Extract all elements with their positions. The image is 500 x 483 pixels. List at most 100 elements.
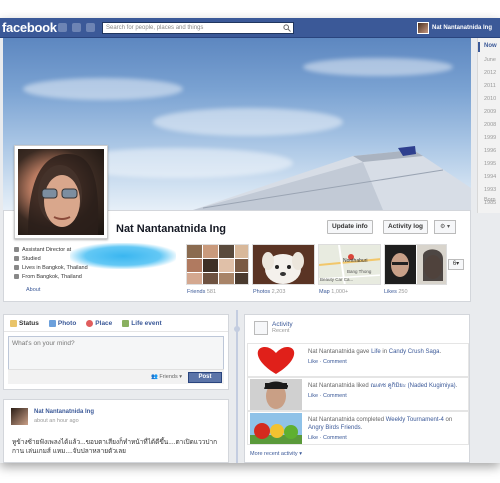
timeline-year-born[interactable]: Born: [484, 197, 496, 203]
activity-log-button[interactable]: Activity log: [383, 220, 429, 234]
angry-birds-thumbnail[interactable]: [250, 413, 302, 444]
timeline-year[interactable]: 2008: [484, 122, 496, 128]
post-timestamp[interactable]: about an hour ago: [34, 418, 79, 424]
top-bar: facebook Search for people, places and t…: [0, 18, 500, 38]
timeline-year[interactable]: 2011: [484, 83, 496, 89]
avatar[interactable]: [11, 408, 28, 425]
profile-name: Nat Nantanatnida Ing: [116, 223, 227, 235]
timeline-year[interactable]: 1994: [484, 174, 496, 180]
tab-photo[interactable]: Photo: [48, 320, 76, 327]
composer-tabs: Status Photo Place Life event: [4, 315, 228, 332]
activity-link[interactable]: Candy Crush Saga: [389, 349, 440, 355]
about-link[interactable]: About: [26, 287, 40, 293]
map-place-label: Beauty Car Ca...: [320, 277, 354, 282]
activity-item: Nat Nantanatnida completed Weekly Tourna…: [247, 411, 469, 445]
timeline-year[interactable]: 1996: [484, 148, 496, 154]
flag-icon: [122, 320, 130, 327]
timeline-year[interactable]: 1995: [484, 161, 496, 167]
photos-tile[interactable]: [252, 244, 315, 285]
home-icon: [14, 265, 19, 270]
photos-tile-label[interactable]: Photos 2,203: [253, 289, 285, 295]
camera-icon: [48, 320, 56, 327]
post-button[interactable]: Post: [188, 372, 222, 383]
recent-activity-box: Activity Recent Nat Nantanatnida gave Li…: [244, 314, 470, 463]
likes-tile-label[interactable]: Likes 250: [384, 289, 408, 295]
activity-text: Nat Nantanatnida liked ณเดช คูกิมิยะ (Na…: [308, 382, 466, 400]
activity-item: Nat Nantanatnida liked ณเดช คูกิมิยะ (Na…: [247, 377, 469, 411]
timeline-post: Nat Nantanatnida Ing about an hour ago ห…: [3, 399, 229, 463]
facebook-logo[interactable]: facebook: [2, 20, 57, 35]
timeline-year-now[interactable]: Now: [484, 43, 497, 49]
pin-icon: [14, 274, 19, 279]
dog-photo: [253, 245, 314, 284]
status-placeholder: What's on your mind?: [12, 340, 75, 347]
map-place-label: Bang Thong: [347, 269, 372, 274]
timeline-marker: [478, 42, 480, 52]
map-place-label: Nonthaburi: [343, 258, 368, 264]
activity-title[interactable]: Activity: [272, 321, 293, 328]
activity-subtitle: Recent: [272, 328, 290, 334]
post-author[interactable]: Nat Nantanatnida Ing: [34, 409, 94, 415]
timeline-year[interactable]: 2010: [484, 96, 496, 102]
audience-selector[interactable]: 👥 Friends ▾: [151, 374, 182, 380]
status-composer: Status Photo Place Life event What's on …: [3, 314, 229, 390]
like-comment-links[interactable]: Like · Comment: [308, 434, 466, 442]
activity-link[interactable]: (Naded Kugimiya): [408, 383, 456, 389]
topbar-user-name: Nat Nantanatnida Ing: [432, 25, 493, 31]
activity-item: Nat Nantanatnida gave Life in Candy Crus…: [247, 343, 469, 377]
timeline-year[interactable]: 2012: [484, 70, 496, 76]
update-info-button[interactable]: Update info: [327, 220, 373, 234]
timeline-year[interactable]: 1993: [484, 187, 496, 193]
timeline-year[interactable]: 2009: [484, 109, 496, 115]
more-recent-activity-link[interactable]: More recent activity ▾: [250, 451, 302, 457]
friends-collage: [187, 245, 248, 284]
graduation-cap-icon: [14, 256, 19, 261]
likes-collage: [385, 245, 446, 284]
friends-tile-label[interactable]: Friends 581: [187, 289, 216, 295]
activity-header: Activity Recent: [254, 321, 293, 335]
gear-icon: ⚙ ▾: [439, 224, 451, 230]
candy-crush-thumbnail[interactable]: [250, 345, 302, 376]
avatar: [417, 22, 429, 34]
timeline-spine-dot: [234, 326, 240, 332]
topbar-user-link[interactable]: Nat Nantanatnida Ing: [417, 21, 492, 35]
messages-icon[interactable]: [72, 23, 81, 32]
timeline-spine: [236, 310, 238, 463]
search-icon[interactable]: [283, 24, 291, 32]
map-tile[interactable]: Nonthaburi Bang Thong Beauty Car Ca...: [318, 244, 381, 285]
tab-life-event[interactable]: Life event: [122, 320, 162, 327]
about-from: From Bangkok, Thailand: [14, 272, 184, 281]
activity-link[interactable]: Angry Birds Friends: [308, 425, 361, 431]
face-illustration: [28, 154, 99, 235]
like-comment-links[interactable]: Like · Comment: [308, 392, 466, 400]
likes-tile[interactable]: [384, 244, 447, 285]
naded-kugimiya-thumbnail[interactable]: [250, 379, 302, 410]
activity-link[interactable]: ณเดช คูกิมิยะ: [370, 383, 406, 389]
activity-text: Nat Nantanatnida gave Life in Candy Crus…: [308, 348, 466, 366]
map-tile-label[interactable]: Map 1,000+: [319, 289, 348, 295]
friend-requests-icon[interactable]: [58, 23, 67, 32]
pin-icon: [86, 320, 94, 327]
composer-footer: 👥 Friends ▾ Post: [8, 369, 224, 384]
activity-text: Nat Nantanatnida completed Weekly Tourna…: [308, 416, 466, 442]
like-comment-links[interactable]: Like · Comment: [308, 358, 466, 366]
settings-dropdown-button[interactable]: ⚙ ▾: [434, 220, 456, 234]
post-text: หูข้างซ้ายฟังเพลงได้แล้ว...ขอบตาเสียงก็ท…: [12, 439, 218, 455]
activity-log-icon: [254, 321, 268, 335]
pencil-icon: [10, 320, 17, 327]
search-placeholder: Search for people, places and things: [106, 25, 204, 31]
friends-tile[interactable]: [186, 244, 249, 285]
redaction-scribble: [70, 243, 176, 269]
timeline-year-nav: Now June 2012 2011 2010 2009 2008 1999 1…: [477, 38, 500, 213]
profile-picture[interactable]: [14, 145, 108, 239]
notifications-icon[interactable]: [86, 23, 95, 32]
tab-status[interactable]: Status: [10, 320, 39, 327]
search-input[interactable]: Search for people, places and things: [102, 22, 294, 34]
tab-place[interactable]: Place: [86, 320, 112, 327]
timeline-year[interactable]: June: [484, 57, 496, 63]
profile-photo: [18, 149, 104, 235]
activity-link[interactable]: Life: [371, 349, 381, 355]
timeline-year[interactable]: 1999: [484, 135, 496, 141]
activity-link[interactable]: Weekly Tournament-4: [386, 417, 444, 423]
more-tiles-button[interactable]: 6▾: [448, 259, 464, 270]
